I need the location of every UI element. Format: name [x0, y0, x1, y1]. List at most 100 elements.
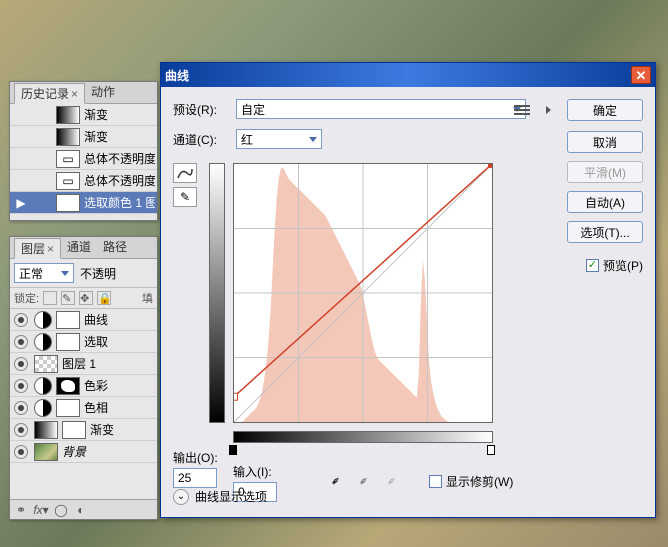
lock-paint-icon[interactable]: ✎ [61, 291, 75, 305]
close-icon[interactable]: × [71, 87, 78, 101]
layers-tabbar: 图层× 通道 路径 [10, 237, 157, 259]
layer-row[interactable]: 色彩 [10, 375, 157, 397]
dialog-buttons: 确定 取消 平滑(M) 自动(A) 选项(T)... ✓ 预览(P) [514, 99, 643, 274]
white-eyedropper-icon[interactable]: ✒ [379, 468, 404, 493]
eye-icon[interactable] [14, 357, 28, 371]
layer-options: 正常 不透明 [10, 259, 157, 288]
adjustment-icon [34, 311, 52, 329]
mask-thumb[interactable] [56, 377, 80, 395]
eye-icon[interactable] [14, 401, 28, 415]
eyedroppers: ✒ ✒ ✒ [327, 472, 401, 490]
preset-label: 预设(R): [173, 101, 228, 118]
dialog-title: 曲线 [165, 67, 189, 84]
curve-display-options[interactable]: ⌄ 曲线显示选项 [173, 488, 267, 505]
gradient-icon [56, 106, 80, 124]
layers-list: 曲线 选取 图层 1 色彩 色相 渐变 背景 [10, 309, 157, 497]
history-row[interactable]: 渐变 [10, 104, 157, 126]
eye-icon[interactable] [14, 423, 28, 437]
gray-eyedropper-icon[interactable]: ✒ [351, 468, 376, 493]
lock-label: 锁定: [14, 290, 39, 306]
tab-actions[interactable]: 动作 [85, 82, 121, 103]
mask-icon[interactable]: ◯ [54, 503, 68, 517]
layer-thumb[interactable] [34, 421, 58, 439]
adjustment-icon [34, 399, 52, 417]
triangle-icon [546, 106, 551, 114]
curve-area [233, 163, 493, 423]
adjustment-icon [34, 377, 52, 395]
dialog-titlebar[interactable]: 曲线 ✕ [161, 63, 655, 87]
layer-row[interactable]: 渐变 [10, 419, 157, 441]
link-icon[interactable]: ⚭ [14, 503, 28, 517]
history-row[interactable]: 渐变 [10, 126, 157, 148]
eye-icon[interactable] [14, 313, 28, 327]
lock-transparent-icon[interactable] [43, 291, 57, 305]
preview-checkbox[interactable]: ✓ 预览(P) [586, 257, 643, 274]
show-clipping-checkbox[interactable]: 显示修剪(W) [429, 473, 513, 490]
curve-tools: ✎ [173, 163, 197, 207]
options-button[interactable]: 选项(T)... [567, 221, 643, 243]
ok-button[interactable]: 确定 [567, 99, 643, 121]
fill-label: 填 [142, 290, 153, 306]
eye-icon[interactable] [14, 445, 28, 459]
output-label: 输出(O): [173, 449, 218, 466]
preset-menu-icon[interactable] [514, 102, 530, 118]
input-label: 输入(I): [233, 463, 277, 480]
layer-thumb[interactable] [34, 355, 58, 373]
mask-thumb[interactable] [56, 333, 80, 351]
pointer-icon: ▶ [12, 194, 30, 212]
close-button[interactable]: ✕ [631, 66, 651, 84]
history-row[interactable]: ▭总体不透明度 [10, 170, 157, 192]
chevron-down-icon [61, 271, 69, 276]
tab-channels[interactable]: 通道 [61, 237, 97, 258]
output-input[interactable] [173, 468, 217, 488]
layer-row[interactable]: 图层 1 [10, 353, 157, 375]
history-panel: 历史记录× 动作 渐变 渐变 ▭总体不透明度 ▭总体不透明度 ▶▭选取颜色 1 … [9, 81, 158, 221]
lock-all-icon[interactable]: 🔒 [97, 291, 111, 305]
gradient-icon [56, 128, 80, 146]
curve-line [234, 164, 492, 422]
channel-combo[interactable]: 红 [236, 129, 322, 149]
mask-thumb[interactable] [56, 399, 80, 417]
preset-combo[interactable]: 自定 [236, 99, 526, 119]
curve-point-tool[interactable] [173, 163, 197, 183]
adjustment-icon [34, 333, 52, 351]
mask-thumb[interactable] [56, 311, 80, 329]
adjustment-new-icon[interactable]: ◐ [74, 503, 88, 517]
doc-icon: ▭ [56, 150, 80, 168]
chevron-down-icon [309, 137, 317, 142]
eye-icon[interactable] [14, 335, 28, 349]
fx-icon[interactable]: fx▾ [34, 503, 48, 517]
black-eyedropper-icon[interactable]: ✒ [323, 468, 348, 493]
mask-thumb[interactable] [62, 421, 86, 439]
input-gradient [233, 431, 493, 443]
smooth-button[interactable]: 平滑(M) [567, 161, 643, 183]
history-list: 渐变 渐变 ▭总体不透明度 ▭总体不透明度 ▶▭选取颜色 1 图 [10, 104, 157, 214]
auto-button[interactable]: 自动(A) [567, 191, 643, 213]
layer-row[interactable]: 曲线 [10, 309, 157, 331]
blend-mode-combo[interactable]: 正常 [14, 263, 74, 283]
layers-footer: ⚭ fx▾ ◯ ◐ [10, 499, 157, 519]
layer-row[interactable]: 色相 [10, 397, 157, 419]
tab-layers[interactable]: 图层× [14, 238, 61, 259]
channel-label: 通道(C): [173, 131, 228, 148]
chevron-down-icon: ⌄ [173, 489, 189, 505]
curve-pencil-tool[interactable]: ✎ [173, 187, 197, 207]
cancel-button[interactable]: 取消 [567, 131, 643, 153]
layer-row[interactable]: 背景 [10, 441, 157, 463]
layer-thumb[interactable] [34, 443, 58, 461]
close-icon[interactable]: × [47, 242, 54, 256]
lock-move-icon[interactable]: ✥ [79, 291, 93, 305]
eye-icon[interactable] [14, 379, 28, 393]
history-row[interactable]: ▭总体不透明度 [10, 148, 157, 170]
output-gradient [209, 163, 225, 423]
input-row: 输入(I): ✒ ✒ ✒ 显示修剪(W) [233, 449, 513, 502]
layers-panel: 图层× 通道 路径 正常 不透明 锁定: ✎ ✥ 🔒 填 曲线 选取 图层 1 … [9, 236, 158, 520]
lock-row: 锁定: ✎ ✥ 🔒 填 [10, 288, 157, 309]
doc-icon: ▭ [56, 172, 80, 190]
curve-graph[interactable] [233, 163, 493, 423]
tab-paths[interactable]: 路径 [97, 237, 133, 258]
tab-history[interactable]: 历史记录× [14, 83, 85, 104]
doc-icon: ▭ [56, 194, 80, 212]
layer-row[interactable]: 选取 [10, 331, 157, 353]
history-row[interactable]: ▶▭选取颜色 1 图 [10, 192, 157, 214]
